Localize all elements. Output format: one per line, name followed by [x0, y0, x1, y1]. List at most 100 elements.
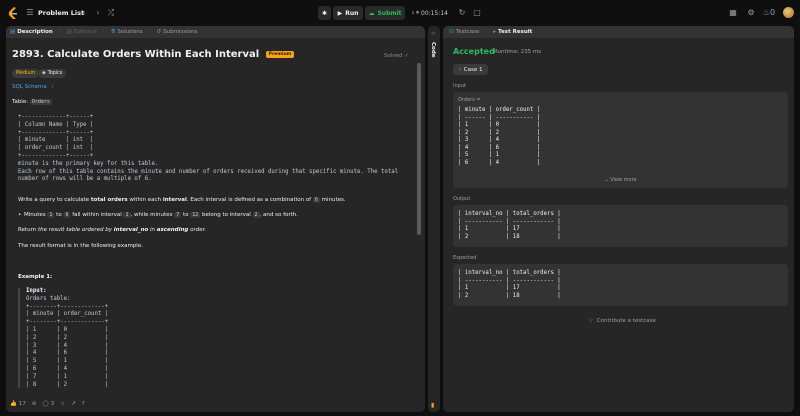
runtime: Runtime: 235 ms	[494, 49, 542, 55]
return-text-italic: order.	[188, 227, 207, 233]
bullet-text: , while minutes	[130, 212, 175, 218]
question-icon: ?	[81, 401, 85, 407]
output-section-label: Output	[453, 196, 471, 202]
dot-icon: •	[458, 66, 462, 73]
contribute-testcase-button[interactable]: ♡ Contribute a testcase	[588, 318, 656, 324]
sql-schema-label: SQL Schema	[12, 84, 47, 90]
description-panel: ▤ Description | ▥ Editorial | ⚗ Solution…	[6, 26, 425, 412]
note-icon[interactable]: ▢	[472, 8, 482, 18]
sql-schema-link[interactable]: SQL Schema ›	[12, 84, 54, 90]
avatar[interactable]	[783, 7, 794, 18]
tab-description[interactable]: ▤ Description	[10, 29, 53, 35]
return-text-bold-italic: ascending	[156, 227, 189, 233]
result-status: Accepted	[453, 47, 495, 56]
input-box: Orders = | minute | order_count | | ----…	[453, 92, 788, 188]
play-icon: ▶	[337, 9, 343, 17]
fire-icon: ♨	[762, 8, 771, 17]
topics-label: Topics	[47, 71, 63, 76]
question-text-part: within each	[127, 197, 163, 203]
run-button[interactable]: ▶ Run	[333, 6, 363, 20]
tab-test-result[interactable]: ▸ Test Result	[493, 29, 532, 35]
help-button[interactable]: ?	[82, 401, 85, 407]
inline-code: 1	[123, 212, 131, 218]
leetcode-logo-icon[interactable]	[8, 7, 18, 19]
tab-separator: |	[148, 29, 151, 35]
submit-label: Submit	[377, 9, 402, 17]
question-text-part: . Each interval is defined as a combinat…	[186, 197, 313, 203]
expected-table: | interval_no | total_orders | | -------…	[458, 270, 561, 299]
chevron-right-icon: ›	[51, 84, 54, 90]
code-panel-collapsed[interactable]: ‹› Code ▮	[428, 26, 440, 412]
next-problem-icon[interactable]: ›	[93, 8, 103, 18]
example-input-block: Orders table: +--------+-------------+ |…	[26, 295, 109, 388]
format-text: The result format is in the following ex…	[18, 243, 143, 249]
input-table: | minute | order_count | | ------ | ----…	[458, 107, 541, 166]
document-icon: ▤	[10, 29, 16, 35]
return-text-part: Return	[18, 227, 38, 233]
tab-testcase[interactable]: ☑ Testcase	[449, 29, 479, 35]
problem-title: 2893. Calculate Orders Within Each Inter…	[12, 49, 295, 60]
top-bar: ☰ Problem List ‹ › ⤮ ✱ ▶ Run ☁ Submit ‹ …	[0, 0, 800, 26]
inline-code: 2	[252, 212, 260, 218]
problem-list-icon[interactable]: ☰	[25, 8, 35, 18]
table-name-code: Orders	[29, 99, 52, 105]
description-footer: 👍 17 ⊘ ◯ 3 ☆ ↗ ?	[6, 398, 418, 410]
thumbs-up-icon: 👍	[10, 401, 17, 407]
streak-count: 0	[770, 8, 776, 17]
bullet-text: belong to interval	[200, 212, 253, 218]
tab-separator: |	[485, 29, 488, 35]
bullet-text: , and so forth.	[259, 212, 299, 218]
favorite-button[interactable]: ☆	[60, 401, 65, 407]
example-label: Example 1:	[18, 274, 53, 280]
question-text-bold: total orders	[90, 197, 128, 203]
tab-solutions-label: Solutions	[117, 29, 143, 35]
comments-button[interactable]: ◯ 3	[42, 401, 54, 407]
premium-badge: Premium	[265, 50, 295, 58]
streak-counter[interactable]: ♨0	[762, 8, 776, 18]
thumbs-down-icon: ⊘	[31, 401, 37, 407]
layout-icon[interactable]: ▦	[728, 8, 738, 18]
prev-problem-icon[interactable]: ‹	[79, 8, 89, 18]
solved-label: Solved	[383, 53, 403, 59]
shuffle-icon[interactable]: ⤮	[106, 8, 116, 18]
output-table: | interval_no | total_orders | | -------…	[458, 211, 561, 240]
view-more-button[interactable]: ⌄ View more	[453, 177, 788, 183]
tab-testcase-label: Testcase	[455, 29, 480, 35]
tab-solutions[interactable]: ⚗ Solutions	[110, 29, 142, 35]
input-section-label: Input	[453, 83, 466, 89]
chevron-down-icon: ⌄	[604, 177, 609, 183]
inline-code: 6	[312, 197, 320, 203]
tab-description-label: Description	[17, 29, 53, 35]
submit-button[interactable]: ☁ Submit	[365, 6, 405, 20]
tab-editorial[interactable]: ▥ Editorial	[67, 29, 97, 35]
like-count: 17	[18, 401, 26, 407]
tab-submissions[interactable]: ↺ Submissions	[157, 29, 198, 35]
return-text-italic: in	[148, 227, 157, 233]
gear-icon[interactable]: ⚙	[746, 8, 756, 18]
star-icon: ☆	[60, 401, 66, 407]
bullet-text: to	[181, 212, 191, 218]
problem-list-title[interactable]: Problem List	[38, 9, 84, 17]
question-text-part: Write a query to calculate	[18, 197, 91, 203]
share-button[interactable]: ↗	[71, 401, 76, 407]
timer[interactable]: ⏸ 00:15:14	[416, 6, 454, 20]
case-1-tab[interactable]: • Case 1	[453, 64, 488, 75]
description-scrollbar[interactable]	[417, 63, 421, 235]
table-prefix: Table:	[12, 99, 30, 105]
book-icon: ▥	[66, 29, 72, 35]
example-block: Input: Orders table: +--------+---------…	[18, 288, 414, 388]
contribute-label: Contribute a testcase	[596, 318, 656, 324]
like-button[interactable]: 👍 17	[10, 401, 26, 407]
dislike-button[interactable]: ⊘	[32, 401, 37, 407]
topics-badge[interactable]: ◈ Topics	[38, 69, 67, 78]
difficulty-badge: Medium	[12, 69, 40, 78]
tab-submissions-label: Submissions	[163, 29, 198, 35]
reset-timer-icon[interactable]: ↻	[457, 8, 467, 18]
solved-status: Solved ✓	[384, 53, 409, 59]
question-text-bold: interval	[162, 197, 187, 203]
tab-editorial-label: Editorial	[73, 29, 97, 35]
problem-title-text: 2893. Calculate Orders Within Each Inter…	[12, 49, 260, 60]
debug-button[interactable]: ✱	[318, 6, 331, 20]
run-label: Run	[345, 9, 359, 17]
cloud-upload-icon: ☁	[368, 9, 375, 17]
